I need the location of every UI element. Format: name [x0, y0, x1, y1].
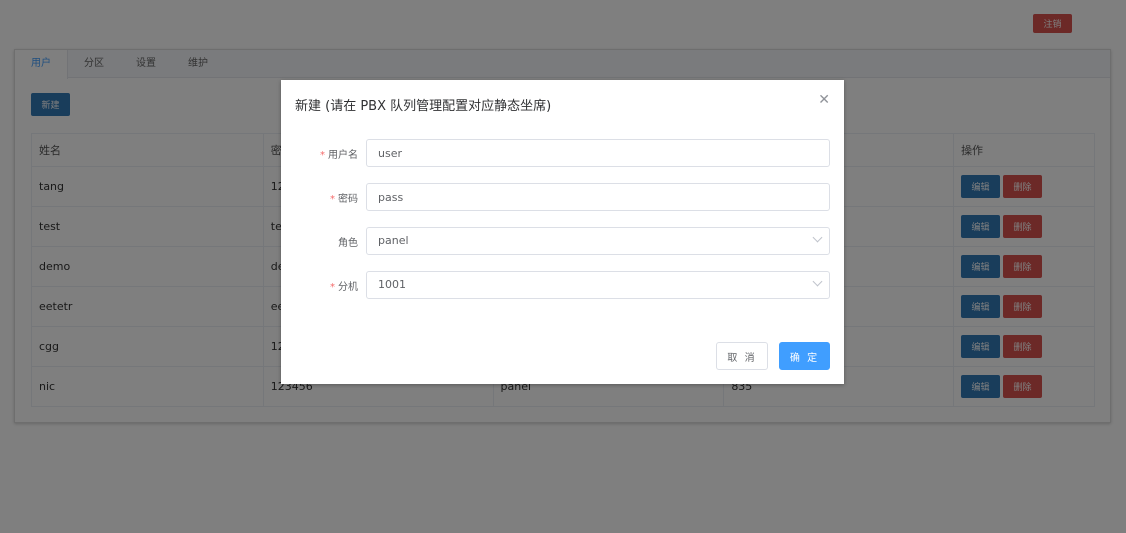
- field-label: * 密码: [330, 190, 358, 205]
- form-row: 角色 panel: [281, 227, 844, 255]
- required-marker: *: [320, 150, 325, 161]
- chevron-down-icon: [812, 232, 823, 243]
- field-input[interactable]: [366, 183, 830, 211]
- field-input[interactable]: [366, 139, 830, 167]
- field-label-text: 分机: [338, 282, 358, 293]
- field-select[interactable]: panel: [366, 227, 830, 255]
- field-label: * 分机: [330, 278, 358, 293]
- field-label-text: 用户名: [328, 150, 358, 161]
- form-row: * 用户名: [281, 139, 844, 167]
- close-icon[interactable]: ✕: [818, 92, 830, 108]
- select-value: 1001: [378, 278, 406, 291]
- form-row: * 密码: [281, 183, 844, 211]
- new-user-dialog: 新建 (请在 PBX 队列管理配置对应静态坐席) ✕ *用户名*密码角色pane…: [281, 80, 844, 384]
- chevron-down-icon: [812, 276, 823, 287]
- required-marker: *: [330, 194, 335, 205]
- cancel-button[interactable]: 取 消: [716, 342, 768, 370]
- field-select[interactable]: 1001: [366, 271, 830, 299]
- field-label: * 用户名: [320, 146, 358, 161]
- field-label: 角色: [338, 234, 358, 249]
- form-row: * 分机 1001: [281, 271, 844, 299]
- select-value: panel: [378, 234, 409, 247]
- field-label-text: 角色: [338, 238, 358, 249]
- dialog-title: 新建 (请在 PBX 队列管理配置对应静态坐席): [295, 99, 552, 114]
- confirm-button[interactable]: 确 定: [779, 342, 830, 370]
- required-marker: *: [330, 282, 335, 293]
- field-label-text: 密码: [338, 194, 358, 205]
